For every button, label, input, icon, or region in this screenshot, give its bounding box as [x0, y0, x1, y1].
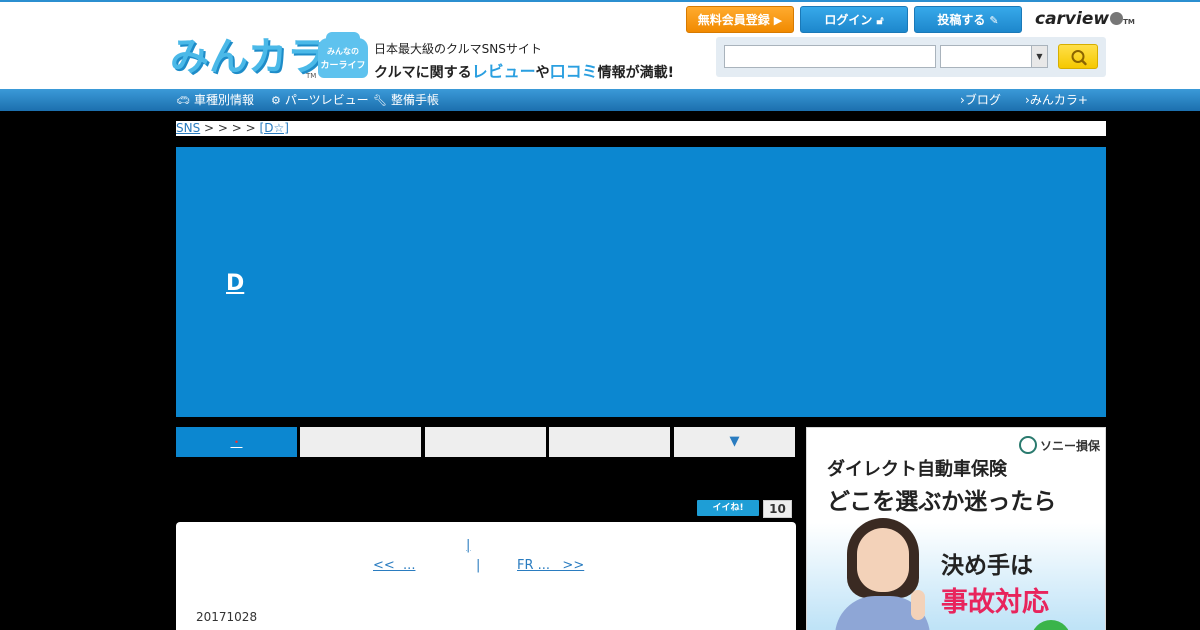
site-tagline-small: 日本最大級のクルマSNSサイト: [374, 42, 542, 56]
breadcrumb-root-link[interactable]: SNS: [176, 121, 200, 135]
like-label: イイね!: [712, 503, 744, 513]
logo-text: みんカラ: [170, 35, 327, 80]
unlock-icon: 🔓︎: [876, 14, 884, 27]
carview-emblem-icon: [1110, 12, 1124, 25]
pen-icon: ✎: [989, 14, 999, 27]
carview-logo[interactable]: carview TM: [1035, 9, 1135, 29]
post-button[interactable]: 投稿する ✎: [914, 6, 1022, 33]
tagline-kuchikomi: 口コミ: [549, 62, 598, 81]
logo-trademark: TM: [306, 72, 317, 80]
carview-text: carview: [1035, 9, 1110, 29]
article-prev-link[interactable]: << ...: [373, 558, 415, 573]
tab-2[interactable]: [425, 427, 546, 457]
ad-headline-1: ダイレクト自動車保険: [827, 459, 1007, 480]
register-button[interactable]: 無料会員登録 ▶: [686, 6, 794, 33]
sony-emblem-icon: [1019, 436, 1037, 454]
tab-3[interactable]: [549, 427, 670, 457]
ad-headline-4: 事故対応: [941, 587, 1049, 618]
breadcrumb-separators: > > > >: [200, 121, 260, 135]
like-button[interactable]: イイね!: [697, 500, 759, 516]
nav-parts-review[interactable]: ⚙ パーツレビュー: [271, 89, 369, 111]
sony-insurance-ad[interactable]: ソニー損保 ダイレクト自動車保険 どこを選ぶか迷ったら 決め手は 事故対応: [806, 427, 1106, 630]
site-logo[interactable]: みんカラ: [170, 36, 326, 80]
nav-car-info-label: 車種別情報: [193, 93, 254, 107]
article-top-link[interactable]: |: [466, 538, 470, 553]
nav-maintenance[interactable]: 🔧︎ 整備手帳: [373, 89, 439, 111]
article-next-link[interactable]: FR ... >>: [517, 558, 584, 573]
ad-brand-label: ソニー損保: [1040, 439, 1101, 453]
tab-blog-top[interactable]: ・: [176, 427, 297, 457]
ad-spokesperson-image: [835, 518, 930, 630]
car-badge-line1: みんなの: [327, 47, 359, 56]
gear-icon: ⚙: [271, 94, 281, 107]
nav-minkara-plus-label: みんカラ+: [1029, 93, 1088, 107]
play-icon: ▶: [773, 14, 783, 27]
article-date: 20171028: [196, 610, 258, 624]
chevron-down-icon: ▼: [1031, 46, 1047, 67]
tab-more-label: ▼: [729, 434, 740, 449]
post-label: 投稿する: [937, 13, 986, 27]
car-life-badge: みんなの カーライフ: [318, 32, 368, 78]
carview-trademark: TM: [1123, 18, 1135, 26]
main-nav-bar: 🚗︎ 車種別情報 ⚙ パーツレビュー 🔧︎ 整備手帳 ›ブログ ›みんカラ+: [0, 89, 1200, 111]
search-button[interactable]: [1058, 44, 1098, 69]
car-badge-line2: カーライフ: [320, 61, 366, 71]
tab-more-dropdown[interactable]: ▼: [674, 427, 795, 457]
search-icon: [1071, 50, 1087, 66]
tagline-mid: や: [535, 65, 550, 81]
tab-active-marker: ・: [230, 435, 243, 449]
breadcrumb-current-link[interactable]: [D☆]: [260, 121, 289, 135]
tagline-pre: クルマに関する: [374, 65, 472, 81]
nav-parts-review-label: パーツレビュー: [284, 93, 369, 107]
register-label: 無料会員登録: [697, 13, 770, 27]
tagline-post: 情報が満載!: [597, 65, 675, 81]
tagline-review: レビュー: [471, 62, 536, 81]
ad-person-face: [857, 528, 909, 592]
ad-brand: ソニー損保: [1019, 436, 1100, 454]
blog-title[interactable]: D: [226, 271, 244, 296]
ad-headline-3: 決め手は: [941, 553, 1033, 579]
nav-car-info[interactable]: 🚗︎ 車種別情報: [176, 89, 254, 111]
nav-blog-label: ブログ: [964, 93, 1001, 107]
ad-person-hand: [911, 590, 925, 620]
ad-headline-2: どこを選ぶか迷ったら: [827, 489, 1057, 515]
search-panel: ▼: [716, 37, 1106, 77]
search-input[interactable]: [724, 45, 936, 68]
login-button[interactable]: ログイン 🔓︎: [800, 6, 908, 33]
search-category-select[interactable]: ▼: [940, 45, 1048, 68]
like-count: 10: [763, 500, 792, 518]
wrench-icon: 🔧︎: [373, 94, 387, 107]
login-label: ログイン: [824, 13, 873, 27]
blog-banner: D: [176, 147, 1106, 417]
tab-1[interactable]: [300, 427, 421, 457]
site-tagline: クルマに関するレビューや口コミ情報が満載!: [374, 58, 674, 82]
nav-blog[interactable]: ›ブログ: [960, 89, 1001, 111]
nav-minkara-plus[interactable]: ›みんカラ+: [1025, 89, 1088, 111]
article-nav-separator: |: [476, 558, 481, 573]
breadcrumb: SNS > > > > [D☆]: [176, 121, 1106, 136]
nav-maintenance-label: 整備手帳: [390, 93, 439, 107]
blog-article: | << ... | FR ... >> 20171028: [176, 522, 796, 630]
car-icon: 🚗︎: [176, 94, 190, 107]
